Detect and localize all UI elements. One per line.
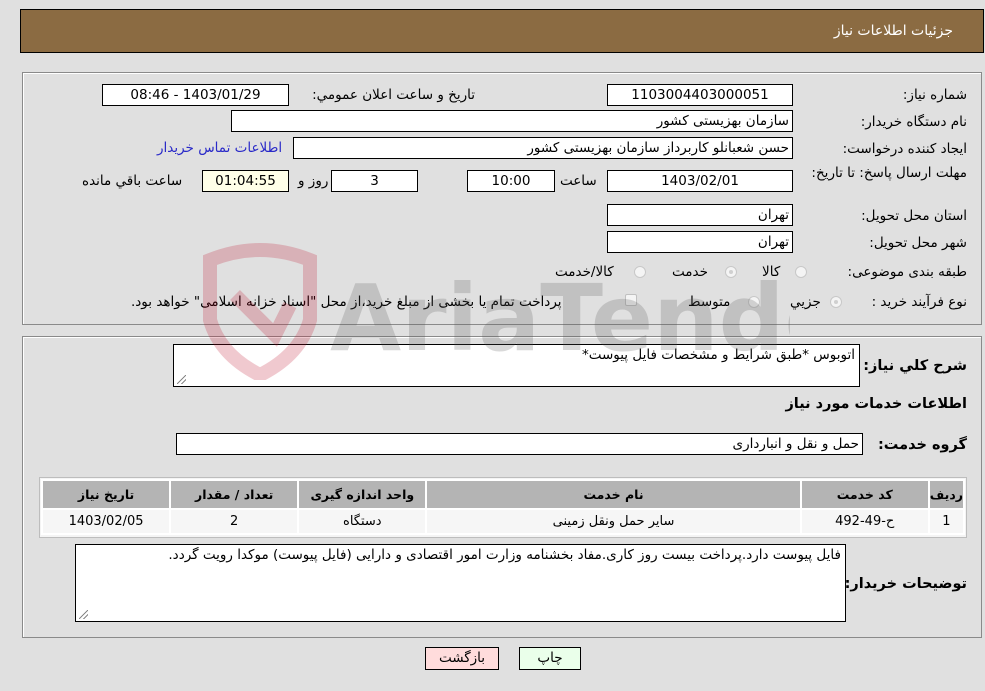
col-need-date: تاريخ نياز <box>43 481 170 508</box>
category-option-goods-service: کالا/خدمت <box>555 264 614 280</box>
page-title: جزئيات اطلاعات نياز <box>833 23 953 39</box>
print-button[interactable]: چاپ <box>519 647 581 670</box>
col-quantity: تعداد / مقدار <box>171 481 298 508</box>
process-option-medium: متوسط <box>688 294 731 310</box>
process-label: نوع فرآيند خريد : <box>871 294 967 310</box>
back-button[interactable]: بازگشت <box>425 647 499 670</box>
days-label: روز و <box>298 173 329 189</box>
province-field: تهران <box>607 204 793 226</box>
page-header: جزئيات اطلاعات نياز <box>20 9 984 53</box>
category-option-goods: کالا <box>762 264 781 280</box>
table-header-row: رديف کد خدمت نام خدمت واحد اندازه گيری ت… <box>43 481 963 508</box>
resize-handle-icon[interactable] <box>79 610 88 619</box>
need-number-label: شماره نياز: <box>902 87 967 103</box>
buyer-contact-link[interactable]: اطلاعات تماس خريدار <box>157 140 282 156</box>
category-label: طبقه بندی موضوعی: <box>847 264 967 280</box>
cell-service-code: ح-49-492 <box>801 510 928 533</box>
announce-field: 1403/01/29 - 08:46 <box>102 84 289 106</box>
service-group-label: گروه خدمت: <box>877 437 967 453</box>
summary-label: شرح کلي نياز: <box>863 358 967 374</box>
announce-label: تاريخ و ساعت اعلان عمومي: <box>312 87 475 103</box>
deadline-date-field: 1403/02/01 <box>607 170 793 192</box>
process-radio-minor[interactable] <box>830 296 842 308</box>
category-option-service: خدمت <box>672 264 708 280</box>
category-radio-goods[interactable] <box>795 266 807 278</box>
buyer-org-label: نام دستگاه خريدار: <box>860 114 967 130</box>
services-section-title: اطلاعات خدمات مورد نياز <box>785 396 967 412</box>
summary-field[interactable]: اتوبوس *طبق شرايط و مشخصات فايل پيوست* <box>173 344 860 387</box>
deadline-time-field: 10:00 <box>467 170 555 192</box>
service-group-field: حمل و نقل و انبارداری <box>176 433 863 455</box>
cell-unit: دستگاه <box>299 510 426 533</box>
services-table-wrap: رديف کد خدمت نام خدمت واحد اندازه گيری ت… <box>39 477 967 538</box>
services-table: رديف کد خدمت نام خدمت واحد اندازه گيری ت… <box>41 479 965 535</box>
city-label: شهر محل تحويل: <box>869 235 967 251</box>
col-unit: واحد اندازه گيری <box>299 481 426 508</box>
buyer-notes-text: فايل پيوست دارد.پرداخت بيست روز کاری.مفا… <box>168 547 841 563</box>
col-service-code: کد خدمت <box>801 481 928 508</box>
col-service-name: نام خدمت <box>427 481 800 508</box>
cell-service-name: ساير حمل ونقل زمينی <box>427 510 800 533</box>
table-row: 1 ح-49-492 ساير حمل ونقل زمينی دستگاه 2 … <box>43 510 963 533</box>
deadline-label: مهلت ارسال پاسخ: تا تاريخ: <box>811 165 967 181</box>
col-row-number: رديف <box>929 481 963 508</box>
creator-label: ايجاد کننده درخواست: <box>842 141 967 157</box>
treasury-note: پرداخت تمام يا بخشی از مبلغ خريد،از محل … <box>131 294 562 310</box>
time-remaining-field: 01:04:55 <box>202 170 289 192</box>
cell-row-number: 1 <box>929 510 963 533</box>
buyer-org-field: سازمان بهزيستی کشور <box>231 110 793 132</box>
cell-need-date: 1403/02/05 <box>43 510 170 533</box>
cell-quantity: 2 <box>171 510 298 533</box>
buyer-notes-label: توضيحات خريدار: <box>844 576 967 592</box>
summary-text: اتوبوس *طبق شرايط و مشخصات فايل پيوست* <box>581 347 855 363</box>
category-radio-service[interactable] <box>725 266 737 278</box>
creator-field: حسن شعبانلو کاربرداز سازمان بهزيستی کشور <box>293 137 793 159</box>
time-remaining-label: ساعت باقي مانده <box>82 173 183 189</box>
process-option-minor: جزيي <box>790 294 821 310</box>
city-field: تهران <box>607 231 793 253</box>
days-remaining-field: 3 <box>331 170 418 192</box>
province-label: استان محل تحويل: <box>861 208 967 224</box>
need-number-field: 1103004403000051 <box>607 84 793 106</box>
category-radio-goods-service[interactable] <box>634 266 646 278</box>
resize-handle-icon[interactable] <box>177 375 186 384</box>
process-radio-medium[interactable] <box>748 296 760 308</box>
buyer-notes-field[interactable]: فايل پيوست دارد.پرداخت بيست روز کاری.مفا… <box>75 544 846 622</box>
deadline-time-label: ساعت <box>560 173 597 189</box>
treasury-checkbox[interactable] <box>625 294 637 306</box>
